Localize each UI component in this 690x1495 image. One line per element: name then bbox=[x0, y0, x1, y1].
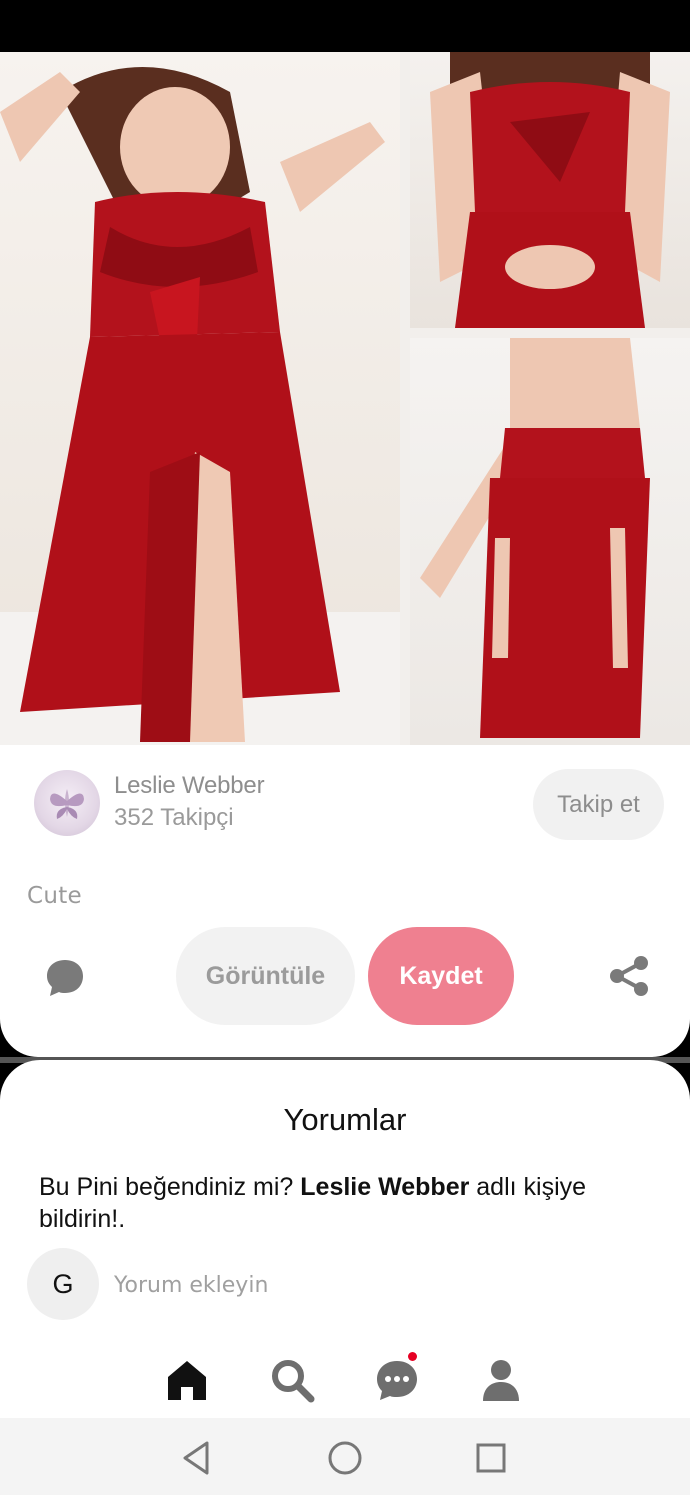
nav-home[interactable] bbox=[163, 1356, 211, 1404]
nav-messages[interactable] bbox=[373, 1352, 421, 1404]
bottom-navigation bbox=[0, 1340, 690, 1418]
system-home-button[interactable] bbox=[325, 1438, 365, 1478]
search-icon bbox=[272, 1360, 315, 1403]
system-navigation-bar bbox=[0, 1418, 690, 1495]
share-button[interactable] bbox=[606, 953, 652, 999]
comment-icon bbox=[47, 960, 83, 996]
creator-follower-count: 352 Takipçi bbox=[114, 804, 234, 831]
comment-button[interactable] bbox=[42, 955, 88, 1001]
nav-search[interactable] bbox=[268, 1356, 316, 1404]
profile-icon bbox=[483, 1360, 519, 1401]
current-user-avatar[interactable]: G bbox=[27, 1248, 99, 1320]
messages-icon bbox=[377, 1361, 417, 1400]
comments-prompt: Bu Pini beğendiniz mi? Leslie Webber adl… bbox=[39, 1171, 639, 1235]
pin-image[interactable] bbox=[0, 52, 690, 746]
comments-prompt-name: Leslie Webber bbox=[300, 1173, 470, 1201]
creator-name[interactable]: Leslie Webber bbox=[114, 772, 265, 800]
notification-dot bbox=[408, 1352, 417, 1361]
pin-image-front-panel bbox=[410, 52, 690, 328]
status-bar bbox=[0, 0, 690, 52]
nav-profile[interactable] bbox=[477, 1356, 525, 1404]
creator-avatar[interactable] bbox=[34, 770, 100, 836]
pin-image-main-panel bbox=[0, 52, 400, 746]
pin-image-back-panel bbox=[410, 338, 690, 746]
home-circle-icon bbox=[328, 1441, 362, 1475]
butterfly-icon bbox=[50, 789, 84, 819]
pin-detail-card: Leslie Webber 352 Takipçi Takip et Cute … bbox=[0, 745, 690, 1057]
back-triangle-icon bbox=[183, 1441, 209, 1475]
pin-description: Cute bbox=[27, 883, 83, 909]
system-recents-button[interactable] bbox=[471, 1438, 511, 1478]
recents-square-icon bbox=[476, 1443, 506, 1473]
home-icon bbox=[168, 1361, 206, 1400]
comments-prompt-prefix: Bu Pini beğendiniz mi? bbox=[39, 1173, 294, 1201]
save-button[interactable]: Kaydet bbox=[368, 927, 514, 1025]
share-icon bbox=[610, 956, 648, 996]
system-back-button[interactable] bbox=[177, 1438, 217, 1478]
follow-button[interactable]: Takip et bbox=[533, 769, 664, 840]
view-button[interactable]: Görüntüle bbox=[176, 927, 355, 1025]
comments-sheet: Yorumlar Bu Pini beğendiniz mi? Leslie W… bbox=[0, 1060, 690, 1350]
comments-title: Yorumlar bbox=[283, 1102, 407, 1137]
comment-input[interactable] bbox=[114, 1267, 634, 1303]
